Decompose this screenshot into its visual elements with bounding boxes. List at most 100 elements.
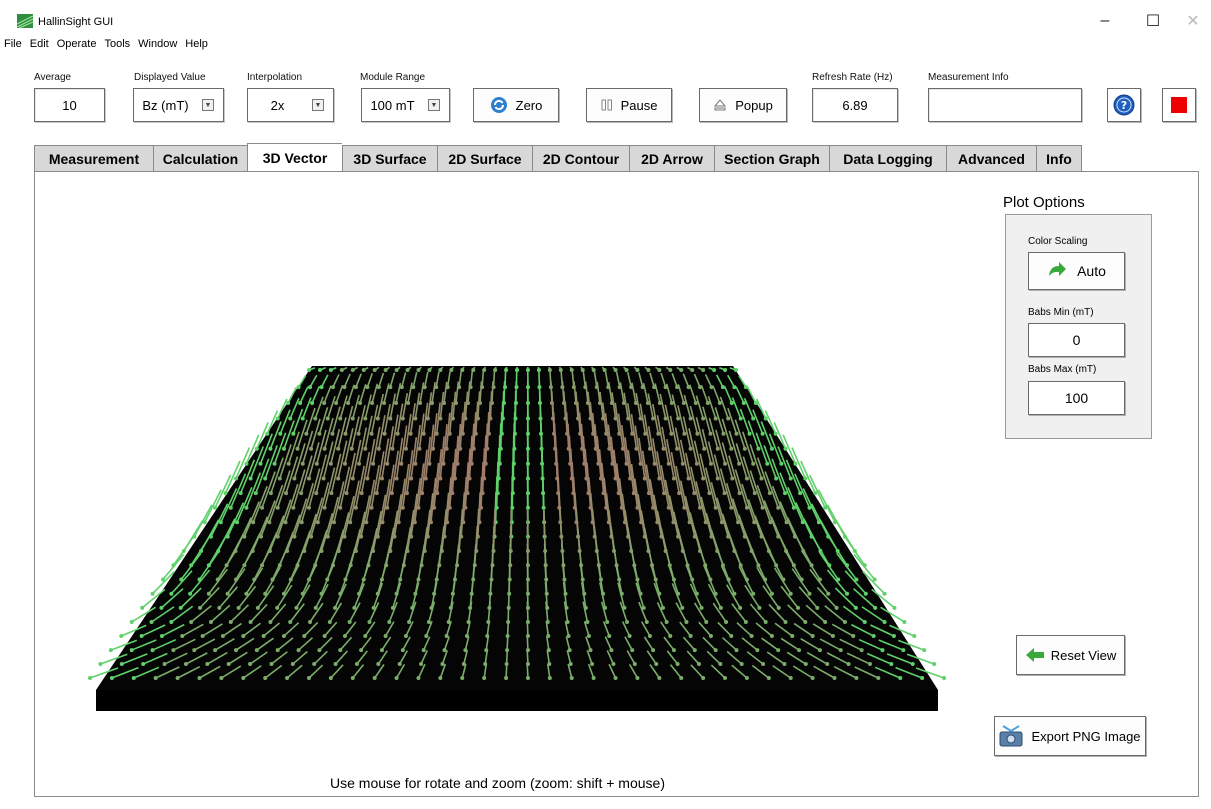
vector-arrowhead [871,634,876,639]
vector-arrowhead [723,368,728,372]
vector-arrowhead [387,619,392,624]
vector-arrowhead [668,634,673,639]
vector-arrowhead [399,461,404,466]
vector-arrowhead [892,605,897,610]
mouse-hint: Use mouse for rotate and zoom (zoom: shi… [330,775,665,791]
auto-label: Auto [1077,263,1106,279]
plot-plane [96,366,938,690]
vector-arrowhead [328,461,333,466]
vector-arrowhead [328,676,333,680]
vector-arrowhead [910,662,915,667]
vector-arrowhead [695,431,700,436]
babs-min-field[interactable]: 0 [1028,323,1125,357]
export-png-button[interactable]: Export PNG Image [994,716,1146,756]
vector-arrowhead [708,431,713,436]
vector-arrowhead [803,476,808,481]
vector-arrowhead [217,605,222,610]
vector-arrowhead [263,676,268,680]
vector-arrowhead [248,476,253,481]
vector-arrowhead [403,446,408,451]
vector-arrowhead [635,676,640,680]
vector-arrowhead [356,431,361,436]
vector-arrowhead [338,416,343,421]
vector-arrowhead [407,619,412,624]
vector-arrowhead [427,368,432,372]
vector-arrowhead [248,662,253,667]
vector-arrowhead [738,416,743,421]
vector-arrowhead [313,605,318,610]
reset-view-button[interactable]: Reset View [1016,635,1125,675]
vector-arrowhead [742,446,747,451]
vector-arrowhead [656,431,661,436]
vector-arrowhead [372,676,377,680]
vector-arrowhead [286,461,291,466]
vector-arrowhead [426,619,431,624]
vector-arrowhead [796,605,801,610]
vector-arrowhead [590,662,595,667]
vector-arrowhead [846,662,851,667]
vector-arrowhead [300,461,305,466]
vector-arrowhead [525,676,530,680]
vector-arrowhead [760,431,765,436]
vector-arrowhead [797,648,802,653]
vector-arrowhead [390,446,395,451]
vector-arrowhead [272,461,277,466]
vector-arrowhead [254,648,259,653]
vector-arrowhead [285,676,290,680]
vector-arrowhead [718,662,723,667]
vector-arrowhead [767,491,772,496]
vector-arrowhead [349,446,354,451]
vector-arrowhead [712,368,717,372]
vector-arrowhead [569,676,574,680]
vector-arrowhead [751,461,756,466]
vector-arrowhead [449,368,454,372]
vector-arrowhead [236,605,241,610]
vector-arrowhead [213,648,218,653]
vector-arrowhead [790,634,795,639]
vector-arrowhead [183,662,188,667]
vector-arrowhead [141,662,146,667]
vector-arrowhead [671,648,676,653]
vector-arrowhead [688,634,693,639]
vector-arrowhead [721,431,726,436]
vector-arrowhead [299,491,304,496]
vector-arrowhead [611,662,616,667]
vector-arrowhead [180,634,185,639]
vector-arrowhead [693,400,698,405]
babs-max-field[interactable]: 100 [1028,381,1125,415]
vector-arrowhead [460,676,465,680]
vector-arrowhead [400,416,405,421]
vector-arrow [526,650,529,665]
vector-arrowhead [308,385,313,390]
vector-arrow [507,601,510,623]
vector-arrowhead [288,416,293,421]
babs-max-label: Babs Max (mT) [1028,364,1097,375]
vector-arrowhead [863,591,868,596]
vector-arrow [505,663,508,679]
vector-arrowhead [482,676,487,680]
vector-arrow [506,621,510,637]
vector-arrowhead [419,662,424,667]
vector-arrowhead [383,634,388,639]
auto-scale-button[interactable]: Auto [1028,252,1125,290]
vector-arrowhead [275,648,280,653]
vector-arrowhead [253,491,258,496]
arrow-right-green-icon [1049,262,1067,276]
vector-arrowhead [688,446,693,451]
vector-arrowhead [654,662,659,667]
vector-arrowhead [382,431,387,436]
vector-arrowhead [223,491,228,496]
vector-arrowhead [98,662,103,667]
vector-arrowhead [346,400,351,405]
vector-arrowhead [708,461,713,466]
vector-arrowhead [701,676,706,680]
vector-arrowhead [308,619,313,624]
vector-arrowhead [306,676,311,680]
vector-arrowhead [376,446,381,451]
vector-arrowhead [807,591,812,596]
reset-view-label: Reset View [1050,647,1117,663]
vector-arrowhead [269,662,274,667]
vector-arrowhead [365,476,370,481]
vector-arrowhead [220,634,225,639]
vector-arrowhead [265,431,270,436]
